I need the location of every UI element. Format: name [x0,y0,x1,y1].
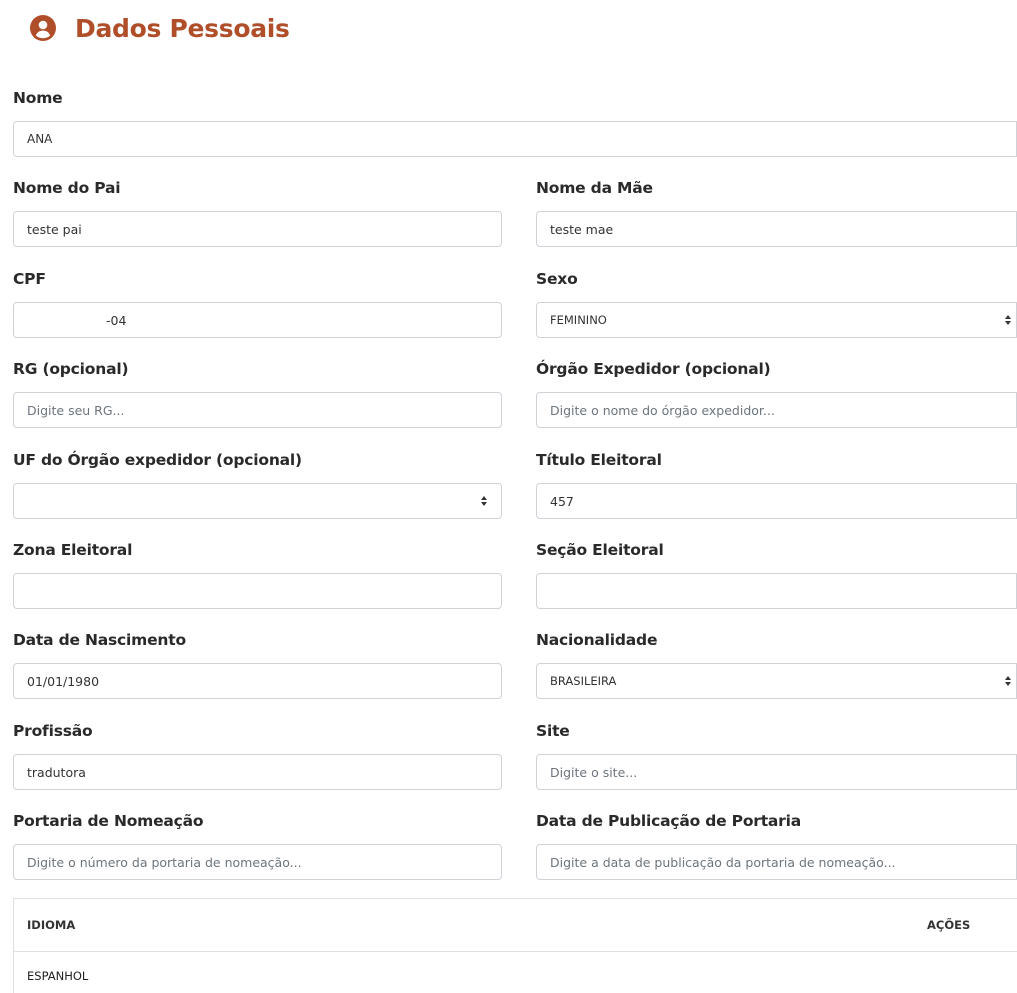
dados-pessoais-page: Dados Pessoais Nome ANA Nome do Pai test… [0,0,1017,993]
data-nascimento-label: Data de Nascimento [13,631,186,649]
nome-pai-label: Nome do Pai [13,179,121,197]
data-nascimento-field[interactable]: 01/01/1980 [13,663,502,699]
nacionalidade-select[interactable]: BRASILEIRA [536,663,1017,699]
user-circle-icon [30,15,56,41]
sexo-select[interactable]: FEMININO [536,302,1017,338]
page-title: Dados Pessoais [75,13,290,43]
nome-mae-field[interactable]: teste mae [536,211,1017,247]
cpf-field[interactable]: -04 [13,302,502,338]
select-arrows-icon [1004,675,1012,687]
idioma-column-header: IDIOMA [27,918,76,932]
uf-orgao-select[interactable] [13,483,502,519]
data-publicacao-portaria-input[interactable]: Digite a data de publicação da portaria … [536,844,1017,880]
acoes-column-header: AÇÕES [927,918,971,932]
rg-label: RG (opcional) [13,360,129,378]
nome-field[interactable]: ANA [13,121,1017,157]
table-header-row: IDIOMA AÇÕES [14,899,1017,952]
nome-pai-field[interactable]: teste pai [13,211,502,247]
portaria-nomeacao-placeholder: Digite o número da portaria de nomeação.… [27,854,302,870]
uf-orgao-label: UF do Órgão expedidor (opcional) [13,451,302,469]
nome-pai-value: teste pai [27,221,82,237]
nome-mae-value: teste mae [550,221,614,237]
data-nascimento-value: 01/01/1980 [27,673,100,689]
nome-value: ANA [27,132,53,146]
cpf-label: CPF [13,270,46,288]
nome-mae-label: Nome da Mãe [536,179,653,197]
data-publicacao-portaria-placeholder: Digite a data de publicação da portaria … [550,854,896,870]
nome-label: Nome [13,89,63,107]
select-arrows-icon [1004,314,1012,326]
portaria-nomeacao-label: Portaria de Nomeação [13,812,204,830]
idioma-cell: ESPANHOL [27,969,89,983]
site-input[interactable]: Digite o site... [536,754,1017,790]
nacionalidade-value: BRASILEIRA [550,674,617,688]
data-publicacao-portaria-label: Data de Publicação de Portaria [536,812,801,830]
rg-input[interactable]: Digite seu RG... [13,392,502,428]
table-row: ESPANHOL [27,969,88,983]
secao-eleitoral-field[interactable] [536,573,1017,609]
sexo-label: Sexo [536,270,578,288]
idiomas-table: IDIOMA AÇÕES ESPANHOL [13,898,1017,993]
titulo-eleitoral-field[interactable]: 457 [536,483,1017,519]
section-header: Dados Pessoais [30,12,290,44]
orgao-expedidor-placeholder: Digite o nome do órgão expedidor... [550,402,775,418]
sexo-value: FEMININO [550,313,607,327]
orgao-expedidor-input[interactable]: Digite o nome do órgão expedidor... [536,392,1017,428]
portaria-nomeacao-input[interactable]: Digite o número da portaria de nomeação.… [13,844,502,880]
orgao-expedidor-label: Órgão Expedidor (opcional) [536,360,771,378]
titulo-eleitoral-value: 457 [550,493,574,509]
profissao-label: Profissão [13,722,93,740]
select-arrows-icon [480,495,488,507]
zona-eleitoral-field[interactable] [13,573,502,609]
rg-placeholder: Digite seu RG... [27,402,125,418]
titulo-eleitoral-label: Título Eleitoral [536,451,662,469]
cpf-value: -04 [106,312,127,328]
site-placeholder: Digite o site... [550,764,638,780]
profissao-value: tradutora [27,764,86,780]
profissao-field[interactable]: tradutora [13,754,502,790]
site-label: Site [536,722,570,740]
zona-eleitoral-label: Zona Eleitoral [13,541,133,559]
nacionalidade-label: Nacionalidade [536,631,658,649]
secao-eleitoral-label: Seção Eleitoral [536,541,664,559]
